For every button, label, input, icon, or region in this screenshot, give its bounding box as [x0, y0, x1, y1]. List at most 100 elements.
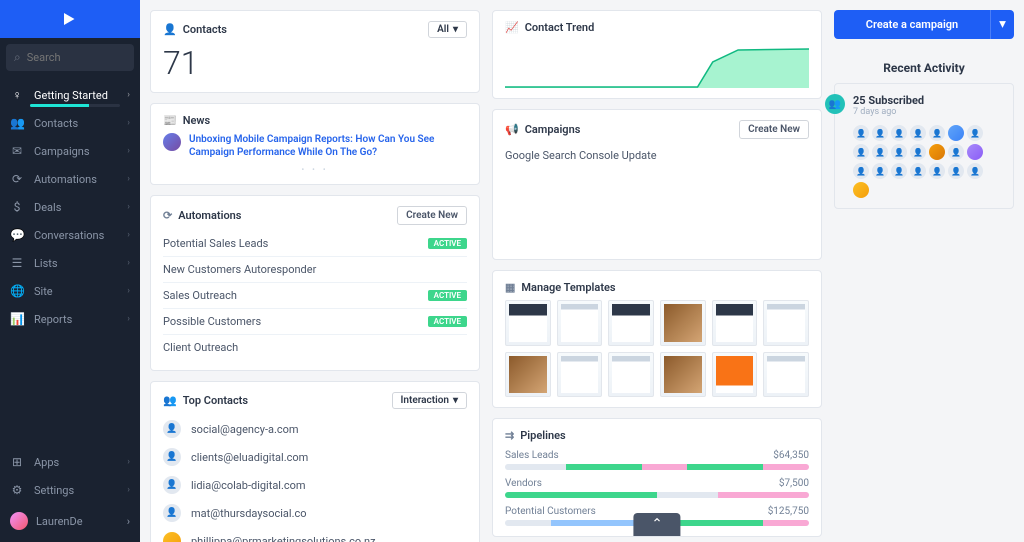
chevron-right-icon: › [127, 146, 130, 156]
avatar: 👤 [910, 125, 926, 141]
card-title: Campaigns [525, 123, 581, 136]
search-bar[interactable]: ⌕ [6, 44, 134, 71]
template-item[interactable] [712, 300, 758, 346]
nav-label: Conversations [34, 229, 104, 242]
automation-icon: ⟳ [10, 172, 24, 186]
automation-row[interactable]: New Customers Autoresponder [163, 256, 467, 282]
person-icon: 👤 [163, 23, 177, 36]
template-item[interactable] [505, 300, 551, 346]
subscriber-avatars: 👤👤👤👤👤👤 👤👤👤👤👤 👤👤👤👤👤👤👤 [853, 125, 983, 198]
nav-label: Settings [34, 484, 74, 497]
template-item[interactable] [763, 300, 809, 346]
nav-apps[interactable]: ⊞ Apps › [0, 448, 140, 476]
activity-item[interactable]: 👥 25 Subscribed 7 days ago 👤👤👤👤👤👤 👤👤👤👤👤 … [834, 83, 1014, 209]
nav-label: Site [34, 285, 53, 298]
automation-row[interactable]: Sales OutreachACTIVE [163, 282, 467, 308]
template-item[interactable] [712, 352, 758, 398]
nav-lists[interactable]: ☰ Lists › [0, 249, 140, 277]
refresh-icon: ⟳ [163, 209, 172, 222]
create-campaign-button[interactable]: Create New [739, 120, 809, 139]
top-contacts-card: 👥 Top Contacts Interaction ▾ 👤social@age… [150, 381, 480, 542]
nav-site[interactable]: 🌐 Site › [0, 277, 140, 305]
search-input[interactable] [27, 51, 126, 64]
template-item[interactable] [557, 352, 603, 398]
automation-row[interactable]: Client Outreach [163, 334, 467, 360]
avatar: 👤 [872, 144, 888, 160]
sort-dropdown[interactable]: Interaction ▾ [392, 392, 467, 409]
contact-row[interactable]: 👤lidia@colab-digital.com [163, 471, 467, 499]
card-title: Contacts [183, 23, 227, 36]
nav-campaigns[interactable]: ✉ Campaigns › [0, 137, 140, 165]
create-campaign-cta[interactable]: Create a campaign [834, 10, 990, 39]
contact-row[interactable]: phillippa@prmarketingsolutions.co.nz [163, 527, 467, 542]
pipeline-icon: ⇉ [505, 429, 514, 442]
chevron-right-icon: › [127, 90, 130, 100]
nav-deals[interactable]: $ Deals › [0, 193, 140, 221]
nav-automations[interactable]: ⟳ Automations › [0, 165, 140, 193]
template-item[interactable] [505, 352, 551, 398]
automation-row[interactable]: Possible CustomersACTIVE [163, 308, 467, 334]
avatar: 👤 [891, 163, 907, 179]
active-badge: ACTIVE [428, 316, 467, 327]
chevron-right-icon: › [127, 314, 130, 324]
pipeline-row[interactable]: Sales Leads$64,350 [505, 450, 809, 470]
cta-row: Create a campaign ▾ [834, 10, 1014, 39]
activity-title: Recent Activity [834, 61, 1014, 75]
avatar [853, 182, 869, 198]
chevron-right-icon: › [127, 258, 130, 268]
expand-button[interactable]: ⌃ [633, 513, 680, 536]
template-item[interactable] [557, 300, 603, 346]
chat-icon: 💬 [10, 228, 24, 242]
cta-dropdown[interactable]: ▾ [990, 10, 1014, 39]
template-item[interactable] [763, 352, 809, 398]
chevron-right-icon: › [127, 202, 130, 212]
user-name: LaurenDe [36, 515, 83, 528]
card-title: Automations [178, 209, 241, 222]
avatar: 👤 [163, 504, 181, 522]
mail-icon: ✉ [10, 144, 24, 158]
people-icon: 👥 [10, 116, 24, 130]
nav-getting-started[interactable]: ♀ Getting Started › [0, 81, 140, 109]
activity-panel: Recent Activity 👥 25 Subscribed 7 days a… [834, 49, 1014, 209]
campaign-body[interactable]: Google Search Console Update [505, 149, 809, 249]
create-automation-button[interactable]: Create New [397, 206, 467, 225]
nav-settings[interactable]: ⚙ Settings › [0, 476, 140, 504]
activity-text: 25 Subscribed [853, 94, 983, 107]
contact-row[interactable]: 👤social@agency-a.com [163, 415, 467, 443]
pipeline-row[interactable]: Vendors$7,500 [505, 478, 809, 498]
app-logo[interactable] [0, 0, 140, 38]
news-link[interactable]: Unboxing Mobile Campaign Reports: How Ca… [189, 133, 467, 159]
nav-label: Apps [34, 456, 59, 469]
search-icon: ⌕ [14, 50, 21, 65]
nav-contacts[interactable]: 👥 Contacts › [0, 109, 140, 137]
chevron-right-icon: › [127, 286, 130, 296]
avatar: 👤 [163, 448, 181, 466]
contacts-filter-dropdown[interactable]: All ▾ [428, 21, 467, 38]
nav-conversations[interactable]: 💬 Conversations › [0, 221, 140, 249]
avatar: 👤 [163, 476, 181, 494]
avatar: 👤 [853, 163, 869, 179]
avatar: 👤 [891, 125, 907, 141]
template-item[interactable] [660, 352, 706, 398]
nav-bottom: ⊞ Apps › ⚙ Settings › LaurenDe › [0, 448, 140, 542]
nav-label: Deals [34, 201, 61, 214]
list-icon: ☰ [10, 256, 24, 270]
template-item[interactable] [608, 300, 654, 346]
trend-icon: 📈 [505, 21, 519, 34]
card-title: Manage Templates [521, 281, 615, 294]
carousel-dots[interactable]: • • • [163, 165, 467, 174]
user-menu[interactable]: LaurenDe › [0, 504, 140, 538]
template-item[interactable] [660, 300, 706, 346]
nav-main: ♀ Getting Started › 👥 Contacts › ✉ Campa… [0, 77, 140, 448]
chevron-up-icon: ⌃ [651, 517, 662, 532]
template-item[interactable] [608, 352, 654, 398]
contact-row[interactable]: 👤mat@thursdaysocial.co [163, 499, 467, 527]
contact-row[interactable]: 👤clients@eluadigital.com [163, 443, 467, 471]
nav-label: Reports [34, 313, 72, 326]
avatar [929, 144, 945, 160]
card-title: Contact Trend [525, 21, 595, 34]
nav-reports[interactable]: 📊 Reports › [0, 305, 140, 333]
avatar: 👤 [910, 144, 926, 160]
chevron-down-icon: ▾ [453, 395, 458, 406]
automation-row[interactable]: Potential Sales LeadsACTIVE [163, 231, 467, 256]
